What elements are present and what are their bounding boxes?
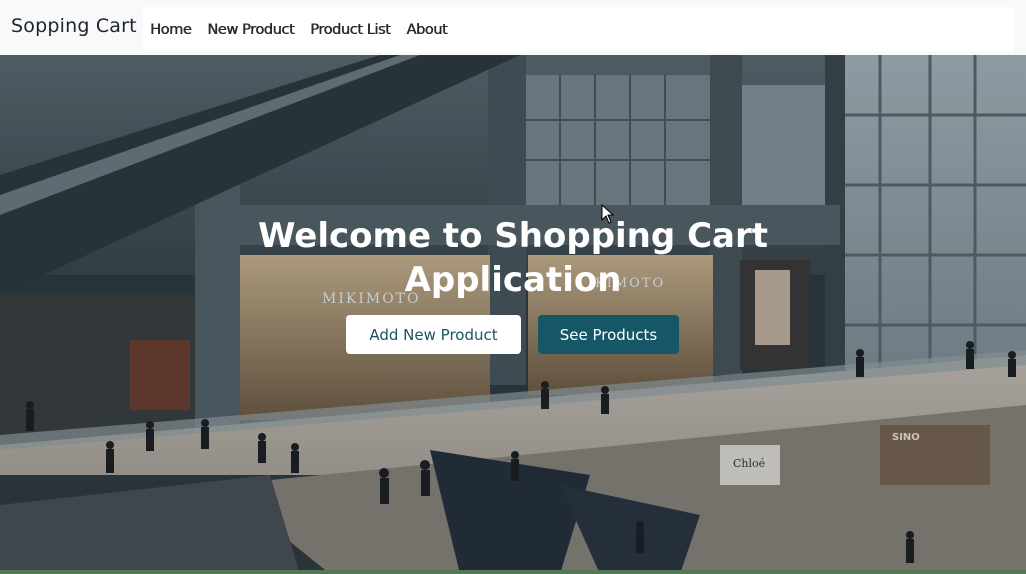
hero-title-line1: Welcome to Shopping Cart [258, 216, 768, 256]
add-new-product-button[interactable]: Add New Product [346, 315, 521, 354]
hero-title: Welcome to Shopping Cart Application [0, 214, 1026, 302]
page: Sopping Cart Home New Product Product Li… [0, 0, 1026, 574]
hero-section: MIKIMOTO KIMOTO Chloé SINO Welcome to Sh… [0, 55, 1026, 574]
nav-link-about[interactable]: About [406, 22, 447, 38]
hero-title-line2: Application [404, 260, 622, 300]
bottom-strip [0, 570, 1026, 574]
nav-link-new-product[interactable]: New Product [207, 22, 294, 38]
see-products-button[interactable]: See Products [538, 315, 679, 354]
nav-link-home[interactable]: Home [150, 22, 192, 38]
mouse-cursor-icon [601, 204, 615, 224]
nav-links: Home New Product Product List About [143, 7, 1014, 52]
nav-link-product-list[interactable]: Product List [310, 22, 391, 38]
brand-link[interactable]: Sopping Cart [11, 15, 137, 37]
navbar: Sopping Cart Home New Product Product Li… [0, 0, 1026, 55]
